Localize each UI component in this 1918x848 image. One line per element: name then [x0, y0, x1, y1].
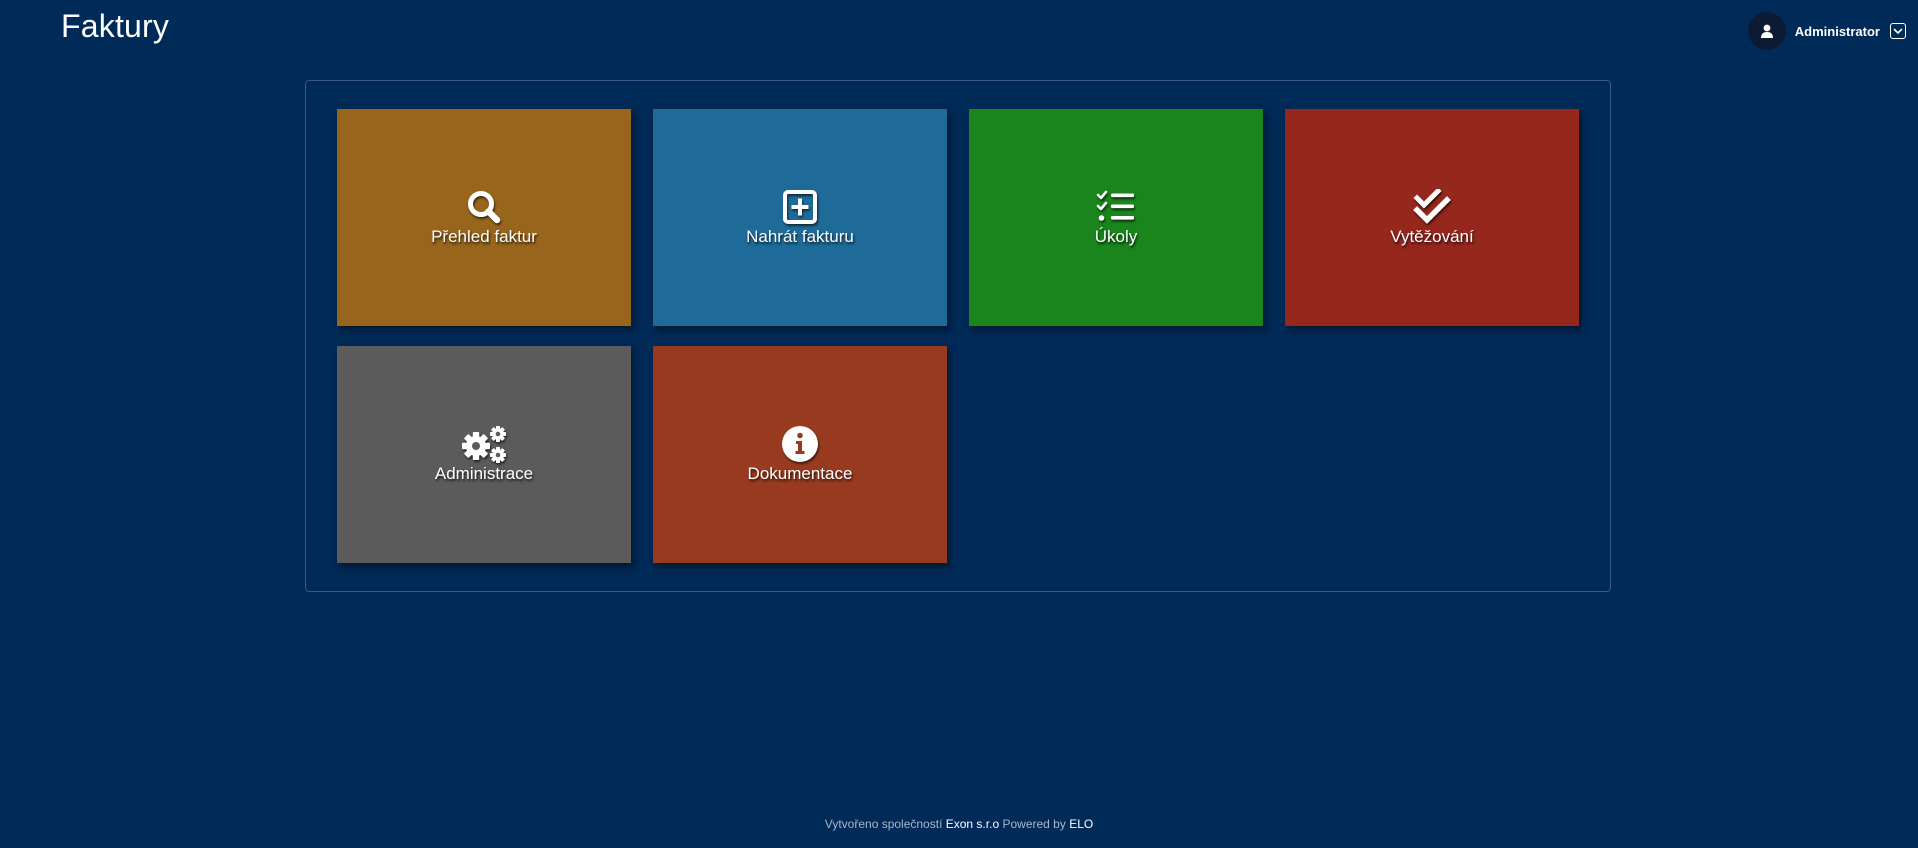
- footer-powered-by: Powered by: [1002, 817, 1066, 831]
- info-icon: [781, 425, 819, 462]
- tile-vytezovani[interactable]: Vytěžování: [1285, 109, 1579, 326]
- footer: Vytvořeno společností Exon s.r.o Powered…: [0, 817, 1918, 831]
- tile-nahrat-fakturu[interactable]: Nahrát fakturu: [653, 109, 947, 326]
- footer-company-link[interactable]: Exon s.r.o: [946, 817, 999, 831]
- tile-dokumentace[interactable]: Dokumentace: [653, 346, 947, 563]
- user-menu[interactable]: Administrator: [1747, 12, 1906, 50]
- chevron-down-icon[interactable]: [1890, 23, 1906, 39]
- tile-label: Administrace: [434, 463, 534, 483]
- double-check-icon: [1412, 188, 1452, 225]
- plus-square-icon: [782, 189, 818, 225]
- tile-administrace[interactable]: Administrace: [337, 346, 631, 563]
- app: Faktury Administrator Přehled faktur Nah…: [0, 0, 1918, 848]
- task-list-icon: [1096, 189, 1136, 225]
- tile-label: Úkoly: [1094, 226, 1138, 246]
- tiles-panel: Přehled faktur Nahrát fakturu Úkoly Vytě…: [305, 80, 1611, 592]
- tile-label: Přehled faktur: [431, 226, 537, 246]
- footer-elo-link[interactable]: ELO: [1069, 817, 1093, 831]
- tile-label: Nahrát fakturu: [746, 226, 854, 246]
- username[interactable]: Administrator: [1795, 24, 1880, 39]
- tile-label: Vytěžování: [1390, 226, 1474, 246]
- tile-label: Dokumentace: [747, 463, 853, 483]
- gears-icon: [460, 425, 508, 463]
- tile-prehled-faktur[interactable]: Přehled faktur: [337, 109, 631, 326]
- footer-created-by: Vytvořeno společností: [824, 817, 943, 831]
- tile-ukoly[interactable]: Úkoly: [969, 109, 1263, 326]
- search-icon: [465, 189, 503, 225]
- app-title: Faktury: [61, 8, 170, 44]
- user-icon[interactable]: [1747, 12, 1786, 50]
